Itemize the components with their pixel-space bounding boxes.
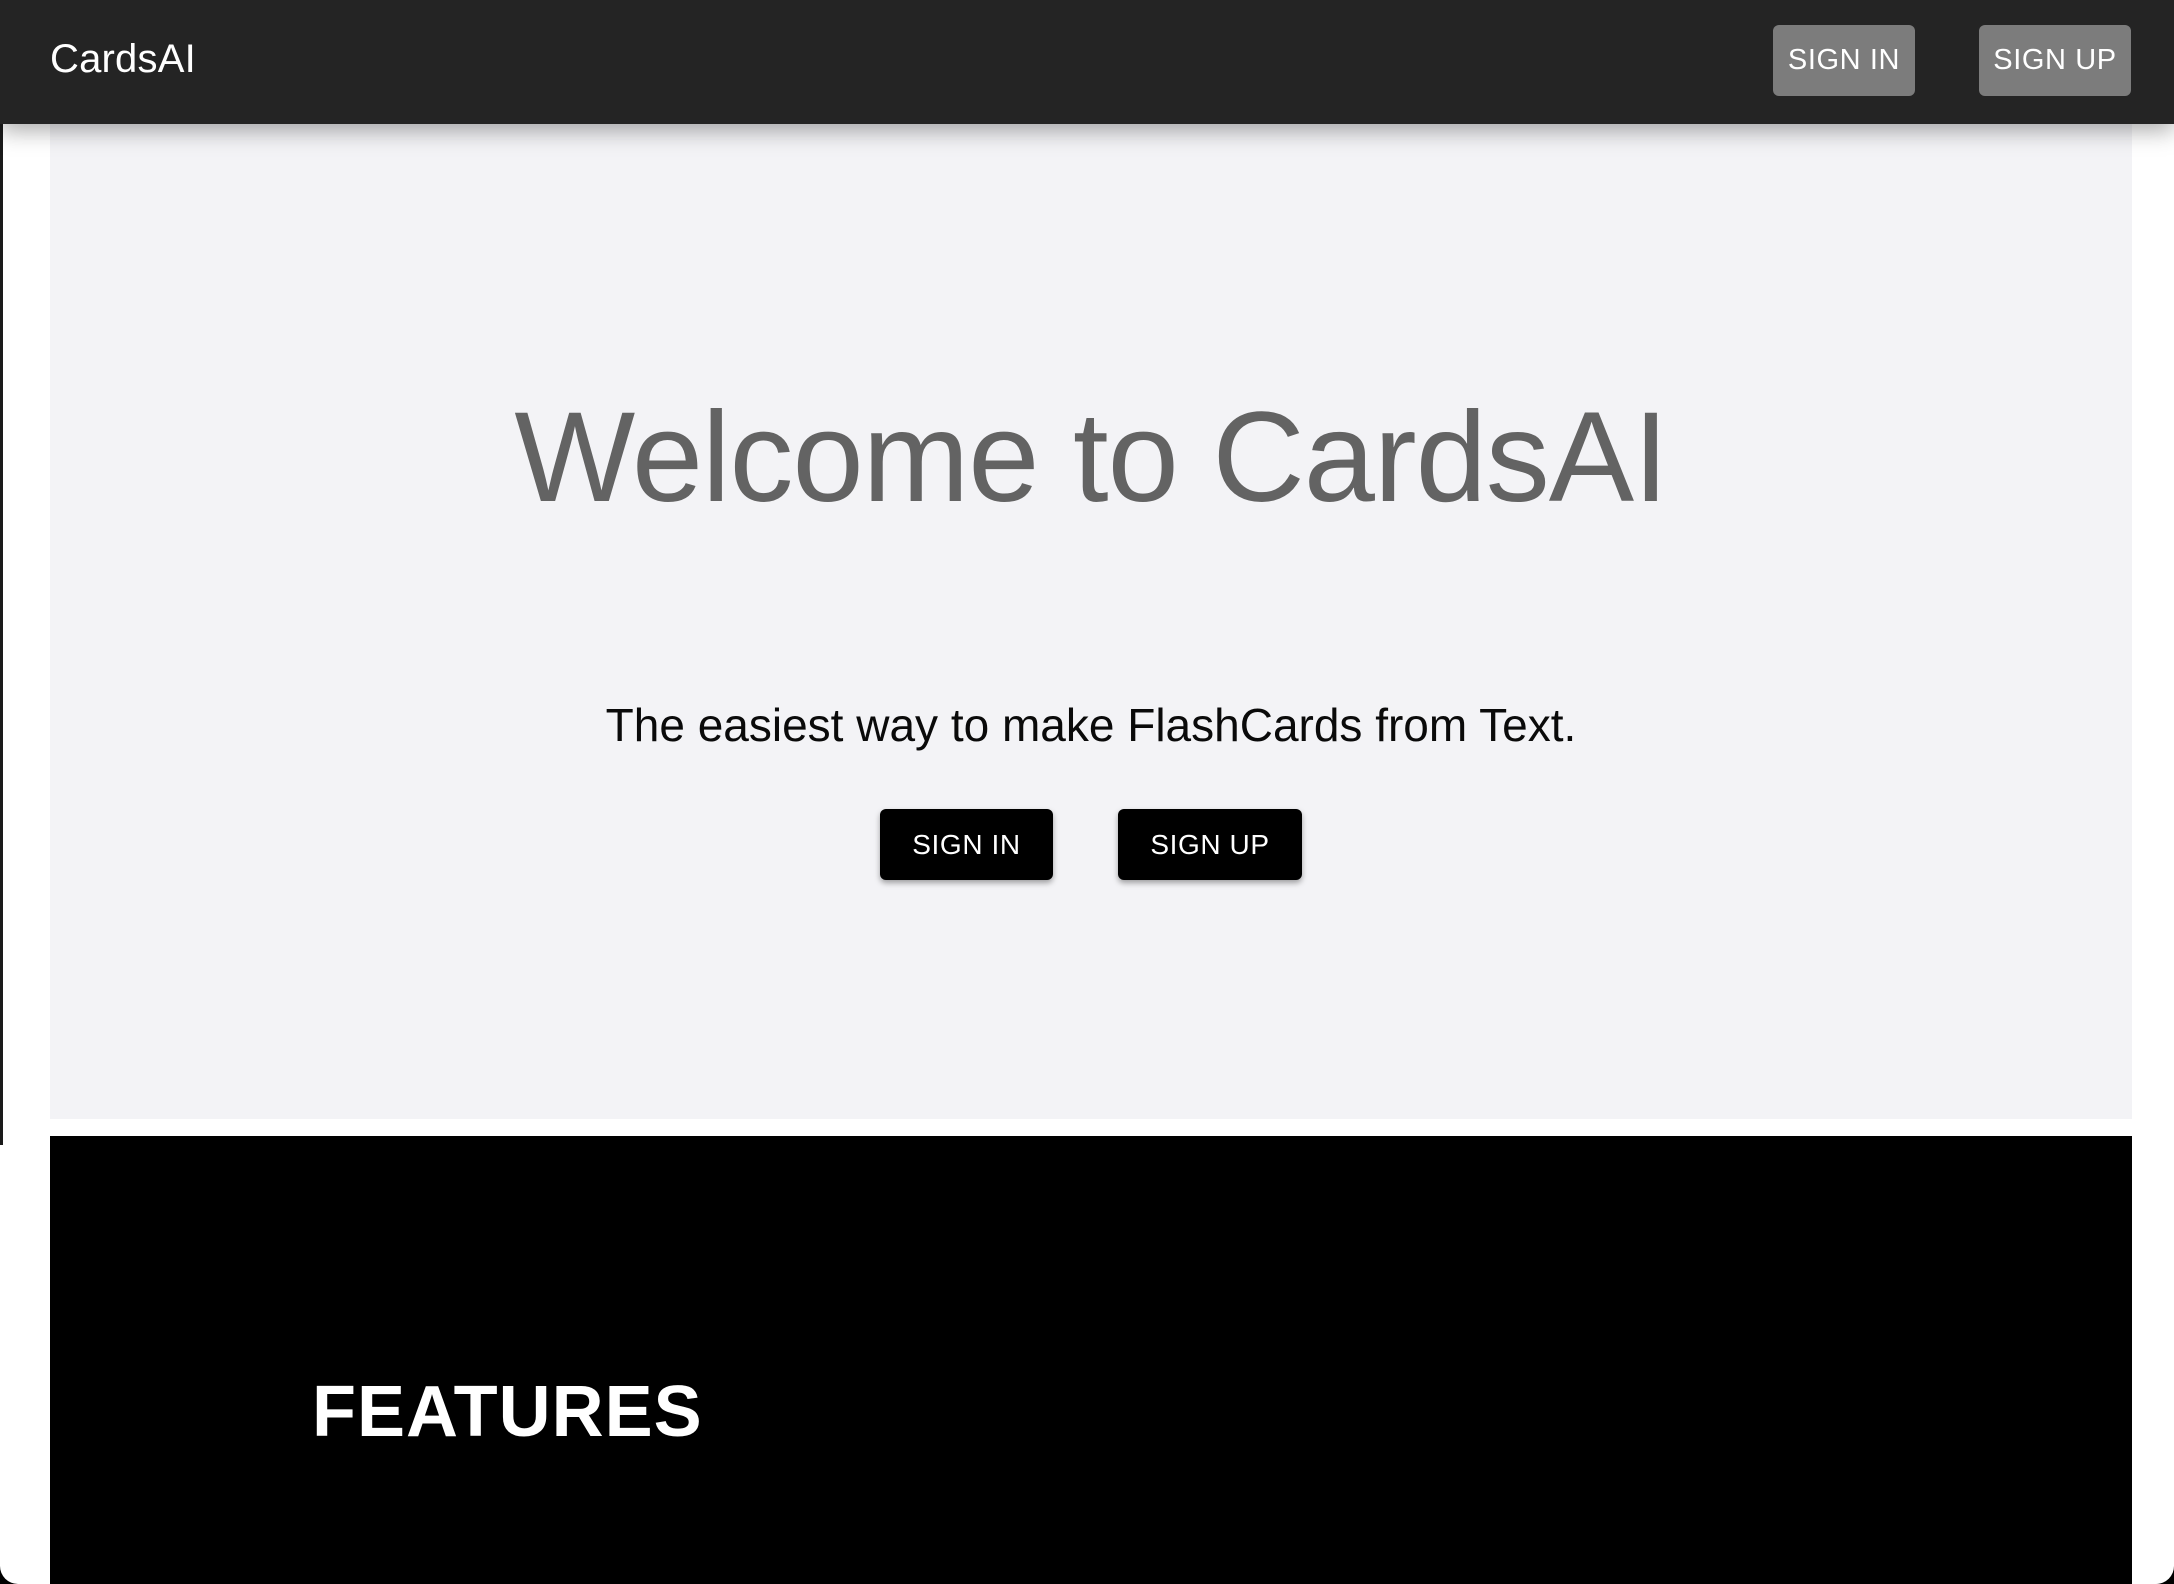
- window-edge: [0, 0, 3, 1145]
- browser-viewport: CardsAI SIGN IN SIGN UP Welcome to Cards…: [0, 0, 2174, 1584]
- features-title: FEATURES: [312, 1372, 703, 1452]
- nav-sign-up-button[interactable]: SIGN UP: [1979, 25, 2131, 96]
- hero-sign-up-button[interactable]: SIGN UP: [1118, 809, 1302, 880]
- hero-sign-in-button[interactable]: SIGN IN: [880, 809, 1053, 880]
- nav-sign-in-button[interactable]: SIGN IN: [1773, 25, 1915, 96]
- app-bar: CardsAI SIGN IN SIGN UP: [0, 0, 2174, 124]
- hero-subtitle: The easiest way to make FlashCards from …: [605, 699, 1577, 751]
- hero-title: Welcome to CardsAI: [514, 386, 1668, 529]
- features-section: FEATURES: [50, 1136, 2132, 1584]
- brand-logo-text[interactable]: CardsAI: [50, 0, 196, 118]
- hero-section: Welcome to CardsAI The easiest way to ma…: [50, 124, 2132, 1119]
